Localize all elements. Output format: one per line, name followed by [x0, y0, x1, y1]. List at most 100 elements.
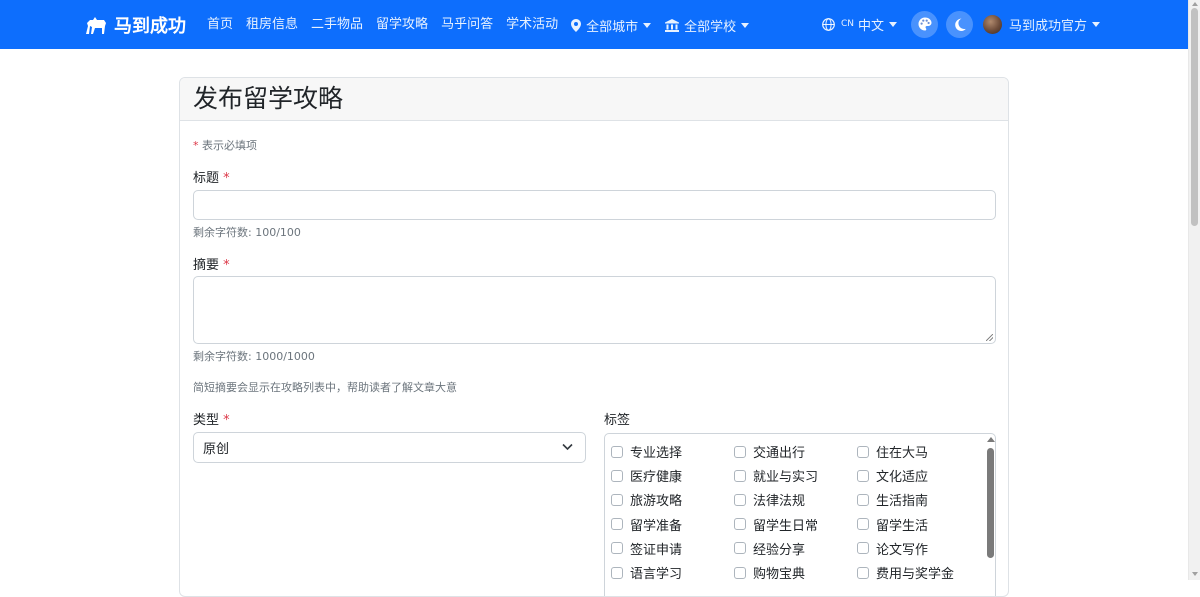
chevron-down-icon [643, 22, 652, 28]
tag-checkbox-item[interactable]: 留学生日常 [734, 515, 818, 534]
nav-secondhand[interactable]: 二手物品 [311, 15, 363, 35]
chevron-down-icon [562, 443, 573, 451]
tag-label: 签证申请 [630, 542, 683, 558]
tag-checkbox-item[interactable]: 法律法规 [734, 490, 805, 509]
horse-logo-icon [86, 17, 106, 34]
avatar [983, 14, 1003, 34]
title-input[interactable] [193, 190, 996, 220]
tag-checkbox-item[interactable]: 生活指南 [857, 490, 928, 509]
tags-label: 标签 [604, 413, 631, 428]
checkbox[interactable] [734, 445, 746, 458]
moon-icon [954, 18, 966, 31]
type-select[interactable]: 原创 [193, 432, 586, 463]
palette-icon [918, 17, 932, 31]
tag-checkbox-item[interactable]: 经验分享 [734, 539, 805, 558]
main-nav: 首页 租房信息 二手物品 留学攻略 马乎问答 学术活动 全部城市 全部学校 [207, 15, 763, 35]
tag-checkbox-item[interactable]: 论文写作 [857, 539, 928, 558]
checkbox[interactable] [857, 566, 869, 579]
checkbox[interactable] [857, 518, 869, 531]
tag-label: 法律法规 [753, 494, 806, 510]
school-dropdown-label: 全部学校 [684, 19, 737, 35]
tag-checkbox-item[interactable]: 医疗健康 [611, 466, 682, 485]
user-menu[interactable]: 马到成功官方 [983, 14, 1101, 34]
city-dropdown-label: 全部城市 [586, 19, 639, 35]
tag-checkbox-item[interactable]: 住在大马 [857, 442, 928, 461]
nav-academic-events[interactable]: 学术活动 [506, 15, 558, 35]
required-note: * 表示必填项 [193, 139, 257, 152]
checkbox[interactable] [611, 542, 623, 555]
summary-help-text: 简短摘要会显示在攻略列表中，帮助读者了解文章大意 [193, 381, 457, 394]
tag-label: 论文写作 [876, 542, 929, 558]
tag-checkbox-item[interactable]: 购物宝典 [734, 563, 805, 582]
nav-home[interactable]: 首页 [207, 15, 233, 35]
tag-label: 经验分享 [753, 542, 806, 558]
tag-checkbox-item[interactable]: 交通出行 [734, 442, 805, 461]
tag-checkbox-item[interactable]: 留学生活 [857, 515, 928, 534]
nav-study-guides[interactable]: 留学攻略 [376, 15, 428, 35]
dark-mode-toggle[interactable] [946, 10, 974, 38]
title-char-counter: 剩余字符数: 100/100 [193, 226, 301, 239]
tag-label: 费用与奖学金 [876, 567, 955, 582]
language-label: 中文 [858, 18, 885, 34]
nav-right: CN 中文 马到成功官方 [822, 10, 1101, 38]
checkbox[interactable] [734, 518, 746, 531]
tag-label: 交通出行 [753, 446, 806, 461]
scroll-up-arrow-icon[interactable] [1192, 2, 1198, 6]
page-title: 发布留学攻略 [193, 84, 344, 113]
page-scrollbar[interactable] [1188, 0, 1200, 580]
chevron-down-icon [741, 22, 750, 28]
tag-checkbox-item[interactable]: 就业与实习 [734, 466, 818, 485]
tags-checkbox-list[interactable]: 专业选择 交通出行 住在大马医疗健康 就业与实习 文化适应旅游攻略 法律法规 生活指南留学准… [604, 433, 996, 596]
nav-rentals[interactable]: 租房信息 [246, 15, 298, 35]
tag-checkbox-item[interactable]: 旅游攻略 [611, 490, 682, 509]
tag-label: 语言学习 [630, 567, 683, 582]
tag-label: 留学生活 [876, 518, 929, 534]
globe-icon [822, 17, 835, 31]
brand-link[interactable]: 马到成功 [84, 12, 186, 38]
scroll-up-arrow-icon[interactable] [987, 437, 995, 442]
checkbox[interactable] [734, 493, 746, 506]
checkbox[interactable] [734, 566, 746, 579]
summary-textarea[interactable] [193, 276, 996, 344]
checkbox[interactable] [611, 445, 623, 458]
tags-scrollbar[interactable] [985, 434, 995, 596]
tag-label: 留学生日常 [753, 518, 819, 534]
tag-label: 留学准备 [630, 518, 683, 534]
summary-char-counter: 剩余字符数: 1000/1000 [193, 350, 315, 363]
chevron-down-icon [1092, 21, 1101, 27]
tag-checkbox-item[interactable]: 语言学习 [611, 563, 682, 582]
card-header: 发布留学攻略 [180, 78, 1008, 121]
checkbox[interactable] [857, 445, 869, 458]
school-dropdown[interactable]: 全部学校 [665, 16, 750, 35]
language-dropdown[interactable]: CN 中文 [822, 15, 898, 34]
nav-qa[interactable]: 马乎问答 [441, 15, 493, 35]
location-pin-icon [571, 18, 582, 32]
checkbox[interactable] [857, 542, 869, 555]
theme-palette-button[interactable] [911, 10, 939, 38]
title-label: 标题 * [193, 171, 230, 186]
tags-scrollbar-thumb[interactable] [987, 448, 994, 558]
resize-handle-icon[interactable] [986, 334, 993, 341]
tag-checkbox-item[interactable]: 留学准备 [611, 515, 682, 534]
tag-label: 专业选择 [630, 446, 683, 461]
scroll-down-arrow-icon[interactable] [1192, 572, 1198, 576]
checkbox[interactable] [611, 493, 623, 506]
brand-name: 马到成功 [114, 16, 186, 37]
scrollbar-thumb[interactable] [1191, 8, 1198, 226]
checkbox[interactable] [734, 469, 746, 482]
tag-checkbox-item[interactable]: 文化适应 [857, 466, 928, 485]
tag-checkbox-item[interactable]: 费用与奖学金 [857, 563, 954, 582]
city-dropdown[interactable]: 全部城市 [571, 16, 652, 35]
tag-label: 购物宝典 [753, 567, 806, 582]
tag-checkbox-item[interactable]: 签证申请 [611, 539, 682, 558]
top-navbar: 马到成功 首页 租房信息 二手物品 留学攻略 马乎问答 学术活动 全部城市 全部… [0, 0, 1188, 49]
checkbox[interactable] [611, 518, 623, 531]
checkbox[interactable] [611, 566, 623, 579]
checkbox[interactable] [734, 542, 746, 555]
checkbox[interactable] [857, 469, 869, 482]
institution-icon [665, 18, 680, 32]
checkbox[interactable] [857, 493, 869, 506]
tag-checkbox-item[interactable]: 专业选择 [611, 442, 682, 461]
checkbox[interactable] [611, 469, 623, 482]
publish-guide-card: 发布留学攻略 * 表示必填项 标题 * 剩余字符数: 100/100 摘要 * … [179, 77, 1009, 597]
